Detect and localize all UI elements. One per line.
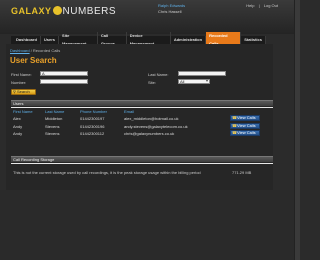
storage-section-header: Call Recording Storage [11,156,273,162]
nav-dashboard[interactable]: Dashboard [13,36,41,44]
page-title: User Search [10,56,57,65]
storage-value: 771.29 MB [232,170,252,175]
storage-description: This is not the current storage used by … [13,170,201,175]
number-input[interactable] [40,79,88,84]
galaxy-numbers-logo[interactable]: GALAXY NUMBERS [11,6,116,17]
phone-icon: ☎ [232,130,237,135]
separator: | [258,3,260,8]
search-button-label: Search [17,89,30,94]
breadcrumb-current: / Recorded Calls [29,48,61,53]
col-email[interactable]: Email [124,109,134,114]
footer-area [0,190,300,260]
first-name-label: First Name: [11,72,32,77]
nav-administration[interactable]: Administration [171,36,207,44]
row3-last-name: Stevens [45,131,60,136]
search-icon: ⚲ [13,89,16,94]
row3-email: chris@galaxynumbers.co.uk [124,131,175,136]
first-name-input[interactable]: A [40,71,88,76]
nav-statistics[interactable]: Statistics [241,36,266,44]
help-link[interactable]: Help [246,3,254,8]
row2-phone: 01442300196 [80,124,105,129]
row1-last-name: Middleton [45,116,63,121]
nav-users[interactable]: Users [41,36,60,44]
row2-last-name: Stevens [45,124,60,129]
last-name-input[interactable] [178,71,226,76]
search-button[interactable]: ⚲ Search [11,89,36,95]
row1-view-calls-button[interactable]: ☎ View Calls [230,115,260,121]
row3-view-calls-button[interactable]: ☎ View Calls [230,130,260,136]
row1-email: alex_middleton@hotmail.co.uk [124,116,179,121]
col-last-name[interactable]: Last Name [45,109,64,114]
storage-header-underline [11,163,273,164]
row3-first-name: Andy [13,131,23,136]
main-nav: Dashboard Users Site Management Call Gro… [11,32,266,48]
phone-icon: ☎ [232,123,237,128]
col-first-name[interactable]: First Name [13,109,33,114]
col-phone-number[interactable]: Phone Number [80,109,107,114]
row3-phone: 01442300112 [80,131,105,136]
row2-email: andy.stevens@galaxytelecom.co.uk [124,124,188,129]
top-bar: GALAXY NUMBERS Ralph Edwards Chris Hassel… [0,0,300,34]
users-section-header: Users [11,100,273,106]
breadcrumb-dashboard-link[interactable]: Dashboard [10,48,30,53]
phone-icon: ☎ [232,115,237,120]
row2-view-calls-button[interactable]: ☎ View Calls [230,123,260,129]
last-name-label: Last Name: [148,72,169,77]
row2-first-name: Andy [13,124,23,129]
logo-planet-icon [52,6,62,15]
scrollbar[interactable] [294,0,300,260]
users-header-underline [11,107,273,108]
top-links: Help | Log Out [243,3,278,8]
logout-link[interactable]: Log Out [264,3,278,8]
breadcrumb: Dashboard / Recorded Calls [10,48,60,53]
site-label: Site: [148,80,157,85]
row1-phone: 01442300197 [80,116,105,121]
site-select[interactable]: All [178,79,210,84]
user-info: Ralph Edwards Chris Hassell [158,3,186,14]
row1-first-name: Alex [13,116,21,121]
number-label: Number: [11,80,27,85]
